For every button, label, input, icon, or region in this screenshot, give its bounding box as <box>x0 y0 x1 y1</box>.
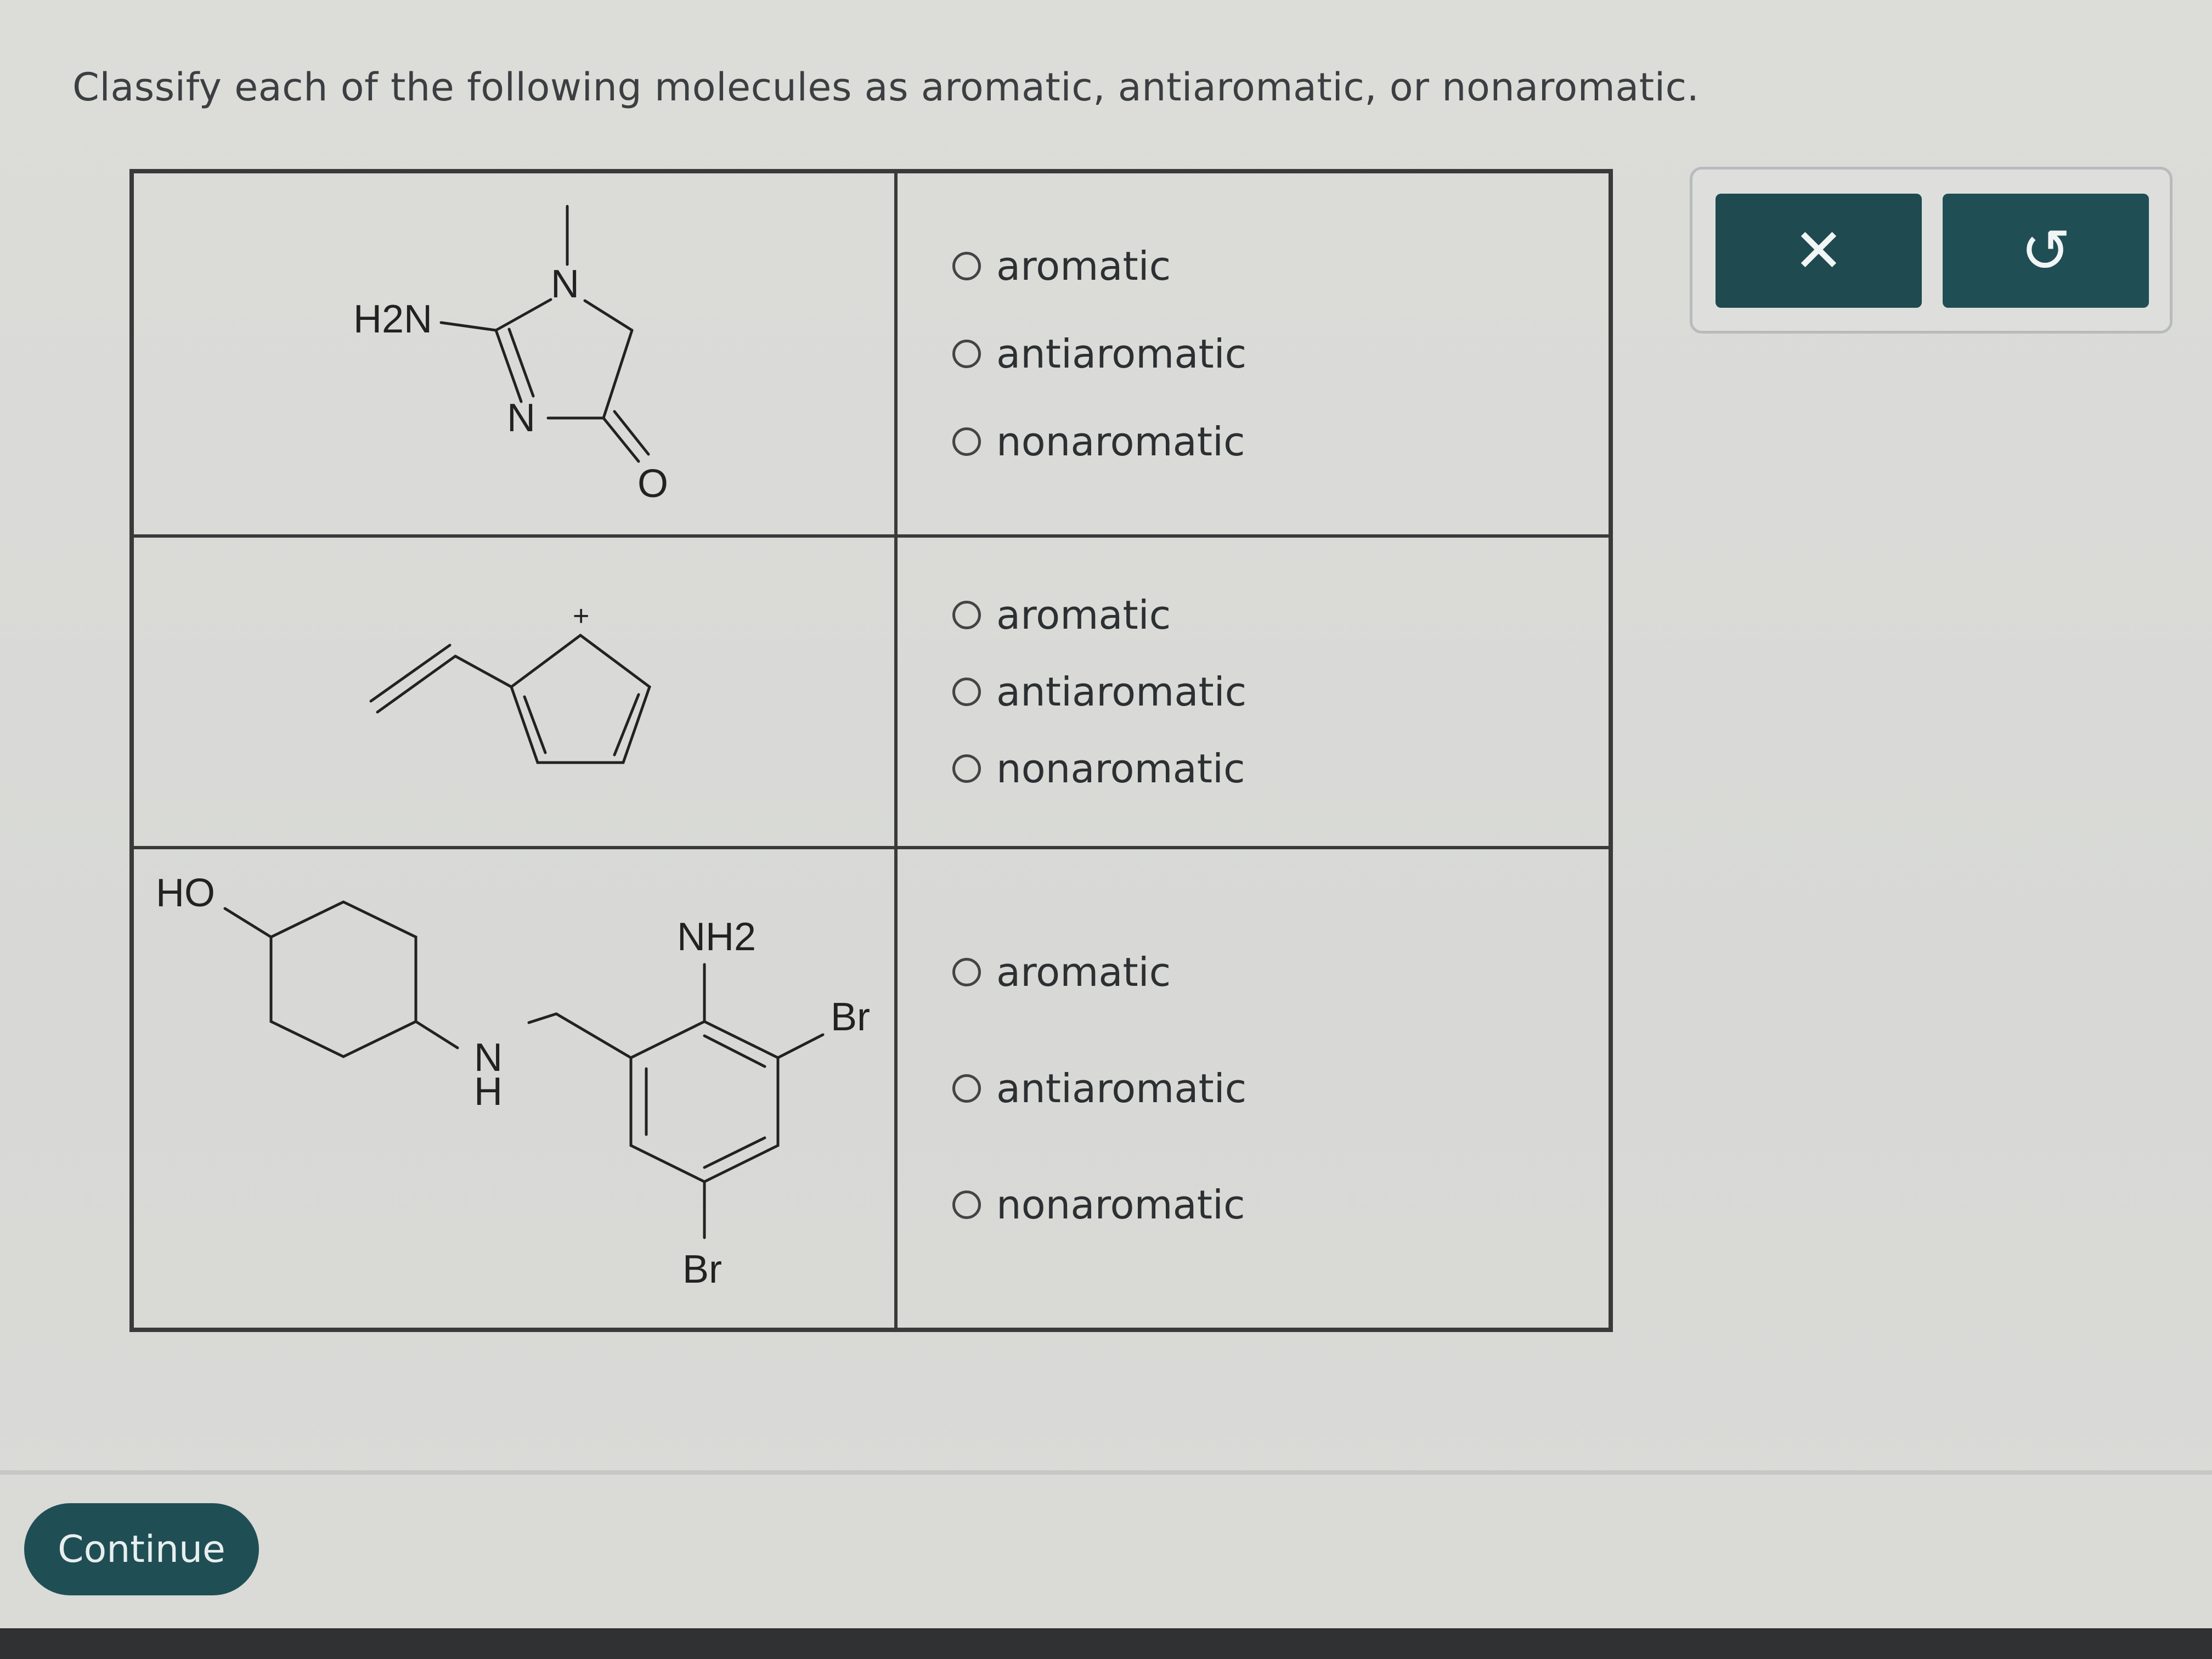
continue-button[interactable]: Continue <box>24 1503 259 1595</box>
radio-button[interactable] <box>952 427 981 456</box>
option-group-1: aromatic antiaromatic nonaromatic <box>952 173 1246 534</box>
option-aromatic[interactable]: aromatic <box>952 592 1246 638</box>
question-prompt: Classify each of the following molecules… <box>72 65 1700 110</box>
atom-label: NH2 <box>677 915 756 959</box>
atom-label: H2N <box>353 297 432 341</box>
undo-button[interactable]: ↺ <box>1943 194 2149 308</box>
molecule-cell-2: + <box>132 536 896 848</box>
atom-label: Br <box>831 995 870 1039</box>
molecule-1-structure: H2N N N O <box>353 205 668 506</box>
radio-button[interactable] <box>952 340 981 368</box>
close-icon: ✕ <box>1793 216 1844 286</box>
option-label: aromatic <box>996 949 1171 995</box>
option-nonaromatic[interactable]: nonaromatic <box>952 419 1246 465</box>
molecule-table: H2N N N O aromatic antiaromatic nonaroma… <box>129 169 1613 1332</box>
atom-label: N <box>551 262 579 306</box>
radio-button[interactable] <box>952 958 981 986</box>
option-label: aromatic <box>996 592 1171 638</box>
undo-icon: ↺ <box>2020 216 2072 286</box>
atom-label: HO <box>156 871 215 915</box>
option-aromatic[interactable]: aromatic <box>952 949 1246 995</box>
radio-button[interactable] <box>952 1074 981 1103</box>
option-label: antiaromatic <box>996 669 1247 715</box>
answer-tools-panel: ✕ ↺ <box>1690 167 2172 334</box>
option-label: nonaromatic <box>996 746 1245 792</box>
option-antiaromatic[interactable]: antiaromatic <box>952 331 1246 377</box>
option-aromatic[interactable]: aromatic <box>952 243 1246 289</box>
radio-button[interactable] <box>952 1190 981 1219</box>
options-cell-2: aromatic antiaromatic nonaromatic <box>896 536 1610 848</box>
option-nonaromatic[interactable]: nonaromatic <box>952 746 1246 792</box>
radio-button[interactable] <box>952 754 981 783</box>
option-label: antiaromatic <box>996 1065 1247 1111</box>
option-label: antiaromatic <box>996 331 1247 377</box>
molecule-cell-3: HO N H NH2 Br Br <box>132 848 896 1329</box>
screen-bezel <box>0 1628 2212 1659</box>
page: Classify each of the following molecules… <box>0 0 2212 1635</box>
radio-button[interactable] <box>952 678 981 706</box>
option-antiaromatic[interactable]: antiaromatic <box>952 669 1246 715</box>
atom-label: H <box>474 1070 503 1114</box>
radio-button[interactable] <box>952 601 981 629</box>
radio-button[interactable] <box>952 252 981 280</box>
atom-label: N <box>507 396 535 440</box>
atom-label: O <box>637 462 668 506</box>
clear-button[interactable]: ✕ <box>1716 194 1922 308</box>
atom-label: Br <box>682 1248 722 1291</box>
molecule-3-structure: HO N H NH2 Br Br <box>156 871 870 1291</box>
molecule-2-structure: + <box>369 600 651 764</box>
options-cell-3: aromatic antiaromatic nonaromatic <box>896 848 1610 1329</box>
charge-label: + <box>573 600 589 632</box>
option-group-3: aromatic antiaromatic nonaromatic <box>952 849 1246 1328</box>
option-label: nonaromatic <box>996 1182 1245 1228</box>
molecule-cell-1: H2N N N O <box>132 172 896 536</box>
options-cell-1: aromatic antiaromatic nonaromatic <box>896 172 1610 536</box>
footer-divider <box>0 1470 2212 1475</box>
option-antiaromatic[interactable]: antiaromatic <box>952 1065 1246 1111</box>
option-label: aromatic <box>996 243 1171 289</box>
option-group-2: aromatic antiaromatic nonaromatic <box>952 538 1246 846</box>
option-nonaromatic[interactable]: nonaromatic <box>952 1182 1246 1228</box>
option-label: nonaromatic <box>996 419 1245 465</box>
